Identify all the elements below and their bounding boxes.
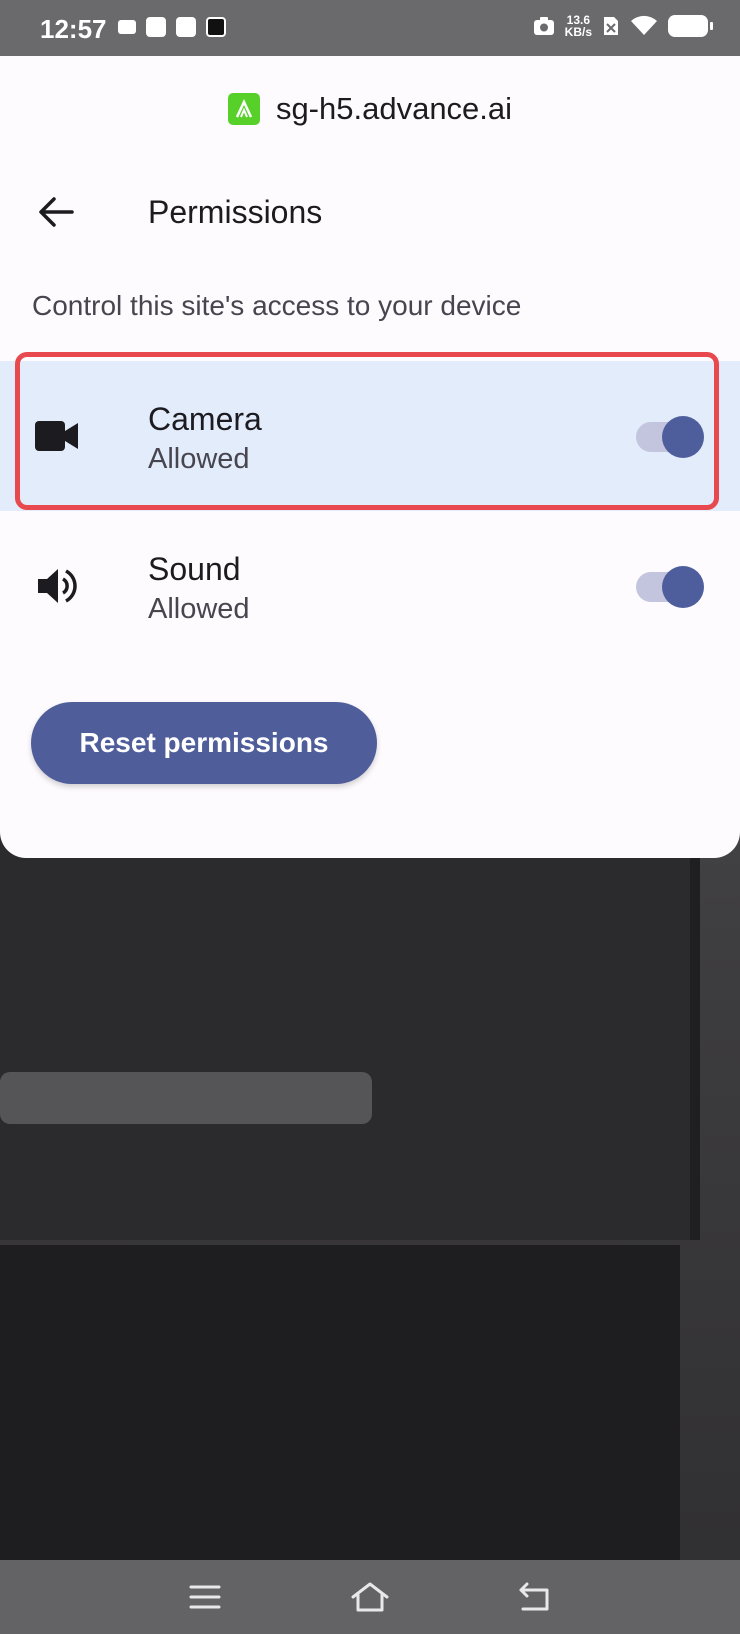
mail-notification-icon — [146, 17, 166, 37]
video-notification-icon — [118, 20, 136, 34]
system-status-icons: 13.6 KB/s — [533, 14, 713, 38]
arrow-back-icon — [39, 197, 74, 227]
site-url: sg-h5.advance.ai — [275, 91, 513, 126]
permission-name: Sound — [148, 551, 241, 587]
back-nav-button[interactable] — [510, 1572, 560, 1622]
home-button[interactable] — [345, 1572, 395, 1622]
recents-button[interactable] — [180, 1572, 230, 1622]
toggle-thumb — [662, 566, 704, 608]
menu-icon — [189, 1585, 221, 1609]
highlight-box — [15, 352, 719, 510]
tiktok-notification-icon — [206, 17, 226, 37]
battery-icon — [668, 15, 713, 37]
page-subtitle: Control this site's access to your devic… — [32, 290, 522, 321]
background-keyboard — [0, 1245, 680, 1590]
page-title: Permissions — [148, 194, 323, 230]
permission-status: Allowed — [148, 593, 250, 625]
site-logo-icon — [227, 93, 260, 125]
network-speed-unit: KB/s — [564, 25, 592, 39]
back-button[interactable] — [34, 190, 78, 234]
wifi-icon — [631, 15, 657, 35]
screenshot-camera-icon — [533, 17, 554, 35]
status-bar: 12:57 13.6 KB/s — [0, 0, 740, 56]
background-dock — [0, 1072, 372, 1124]
home-icon — [351, 1582, 389, 1612]
sound-toggle[interactable] — [636, 566, 704, 608]
network-speed: 13.6 KB/s — [565, 14, 592, 38]
navigation-bar — [0, 1560, 740, 1634]
back-nav-icon — [519, 1582, 549, 1611]
header: Permissions — [0, 182, 740, 242]
background-laptop-screen — [0, 820, 700, 1240]
notification-icons — [118, 17, 226, 37]
no-sim-icon — [604, 17, 618, 35]
volume-icon — [34, 563, 80, 609]
permission-row-sound[interactable]: Sound Allowed — [0, 511, 740, 661]
site-header: sg-h5.advance.ai — [0, 86, 740, 132]
reset-permissions-button[interactable]: Reset permissions — [31, 702, 377, 784]
app-notification-icon — [176, 17, 196, 37]
status-time: 12:57 — [40, 14, 107, 44]
permissions-sheet: sg-h5.advance.ai Permissions Control thi… — [0, 56, 740, 858]
